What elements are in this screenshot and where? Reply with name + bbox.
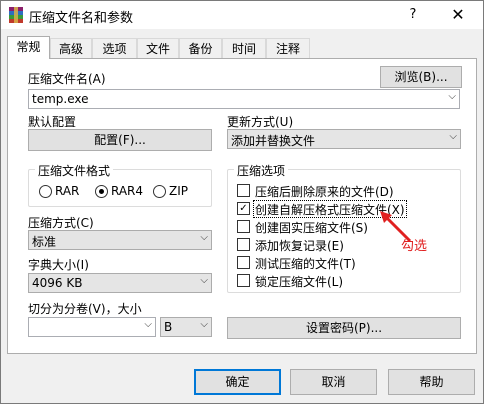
archive-format-title: 压缩文件格式: [35, 162, 114, 179]
tab-time[interactable]: 时间: [222, 38, 266, 58]
checkbox-solid[interactable]: [237, 220, 250, 233]
tab-general[interactable]: 常规: [7, 36, 50, 59]
title-bar: 压缩文件名和参数 ? ✕: [1, 1, 483, 29]
ok-button[interactable]: 确定: [194, 369, 281, 395]
archive-name-value: temp.exe: [32, 92, 89, 106]
chevron-down-icon: ⌵: [200, 275, 208, 286]
profile-label: 默认配置: [28, 115, 77, 129]
radio-rar[interactable]: [39, 185, 52, 198]
compression-method-value: 标准: [32, 235, 57, 249]
split-unit-value: B: [164, 320, 173, 334]
checkbox-delete-after[interactable]: [237, 184, 250, 197]
dictionary-size-label: 字典大小(I): [28, 258, 89, 272]
solid-label[interactable]: 创建固实压缩文件(S): [255, 219, 368, 236]
update-mode-value: 添加并替换文件: [231, 134, 316, 148]
general-tab-panel: 压缩文件名(A) 浏览(B)... temp.exe ⌵ 默认配置 配置(F).…: [7, 58, 477, 354]
help-icon[interactable]: ?: [403, 5, 423, 25]
set-password-button[interactable]: 设置密码(P)...: [227, 317, 461, 339]
test-label[interactable]: 测试压缩的文件(T): [255, 255, 356, 272]
tab-files[interactable]: 文件: [137, 38, 179, 58]
tab-backup[interactable]: 备份: [179, 38, 222, 58]
checkbox-create-sfx[interactable]: ✓: [237, 202, 250, 215]
help-button[interactable]: 帮助: [388, 369, 475, 395]
lock-label[interactable]: 锁定压缩文件(L): [255, 273, 343, 290]
compression-method-label: 压缩方式(C): [28, 216, 94, 230]
recovery-label[interactable]: 添加恢复记录(E): [255, 237, 344, 254]
checkbox-recovery[interactable]: [237, 238, 250, 251]
radio-rar4-label[interactable]: RAR4: [111, 184, 143, 198]
dialog-window: 压缩文件名和参数 ? ✕ 常规 高级 选项 文件 备份 时间 注释 压缩文件名(…: [0, 0, 484, 404]
tab-advanced[interactable]: 高级: [50, 38, 92, 58]
chevron-down-icon: ⌵: [448, 91, 456, 102]
profiles-button[interactable]: 配置(F)...: [28, 129, 212, 151]
update-mode-label: 更新方式(U): [227, 115, 294, 129]
chevron-down-icon: ⌵: [200, 232, 208, 243]
split-volumes-input[interactable]: ⌵: [28, 317, 156, 337]
winrar-app-icon: [7, 6, 25, 24]
split-unit-select[interactable]: B ⌵: [160, 317, 212, 337]
browse-button[interactable]: 浏览(B)...: [380, 66, 462, 88]
tab-options[interactable]: 选项: [92, 38, 137, 58]
archive-name-label: 压缩文件名(A): [28, 72, 106, 86]
archive-options-group: 压缩选项 压缩后删除原来的文件(D) ✓ 创建自解压格式压缩文件(X) 创建固实…: [227, 162, 461, 293]
dictionary-size-value: 4096 KB: [32, 276, 83, 290]
cancel-button[interactable]: 取消: [290, 369, 377, 395]
chevron-down-icon: ⌵: [200, 319, 208, 330]
close-icon[interactable]: ✕: [447, 5, 469, 25]
chevron-down-icon: ⌵: [144, 319, 152, 330]
radio-zip[interactable]: [153, 185, 166, 198]
archive-format-group: 压缩文件格式 RAR RAR4 ZIP: [28, 162, 212, 207]
radio-rar-label[interactable]: RAR: [55, 184, 79, 198]
archive-name-combo[interactable]: temp.exe ⌵: [28, 89, 460, 109]
annotation-text: 勾选: [401, 239, 428, 254]
compression-method-select[interactable]: 标准 ⌵: [28, 230, 212, 250]
delete-after-label[interactable]: 压缩后删除原来的文件(D): [255, 183, 394, 200]
checkbox-test[interactable]: [237, 256, 250, 269]
chevron-down-icon: ⌵: [449, 131, 457, 142]
radio-rar4[interactable]: [95, 185, 108, 198]
tab-comment[interactable]: 注释: [266, 38, 310, 58]
archive-options-title: 压缩选项: [234, 162, 289, 179]
dictionary-size-select[interactable]: 4096 KB ⌵: [28, 273, 212, 293]
radio-zip-label[interactable]: ZIP: [169, 184, 188, 198]
window-title: 压缩文件名和参数: [29, 11, 134, 26]
split-volumes-label: 切分为分卷(V)，大小: [28, 302, 142, 316]
checkbox-lock[interactable]: [237, 274, 250, 287]
update-mode-select[interactable]: 添加并替换文件 ⌵: [227, 129, 461, 149]
